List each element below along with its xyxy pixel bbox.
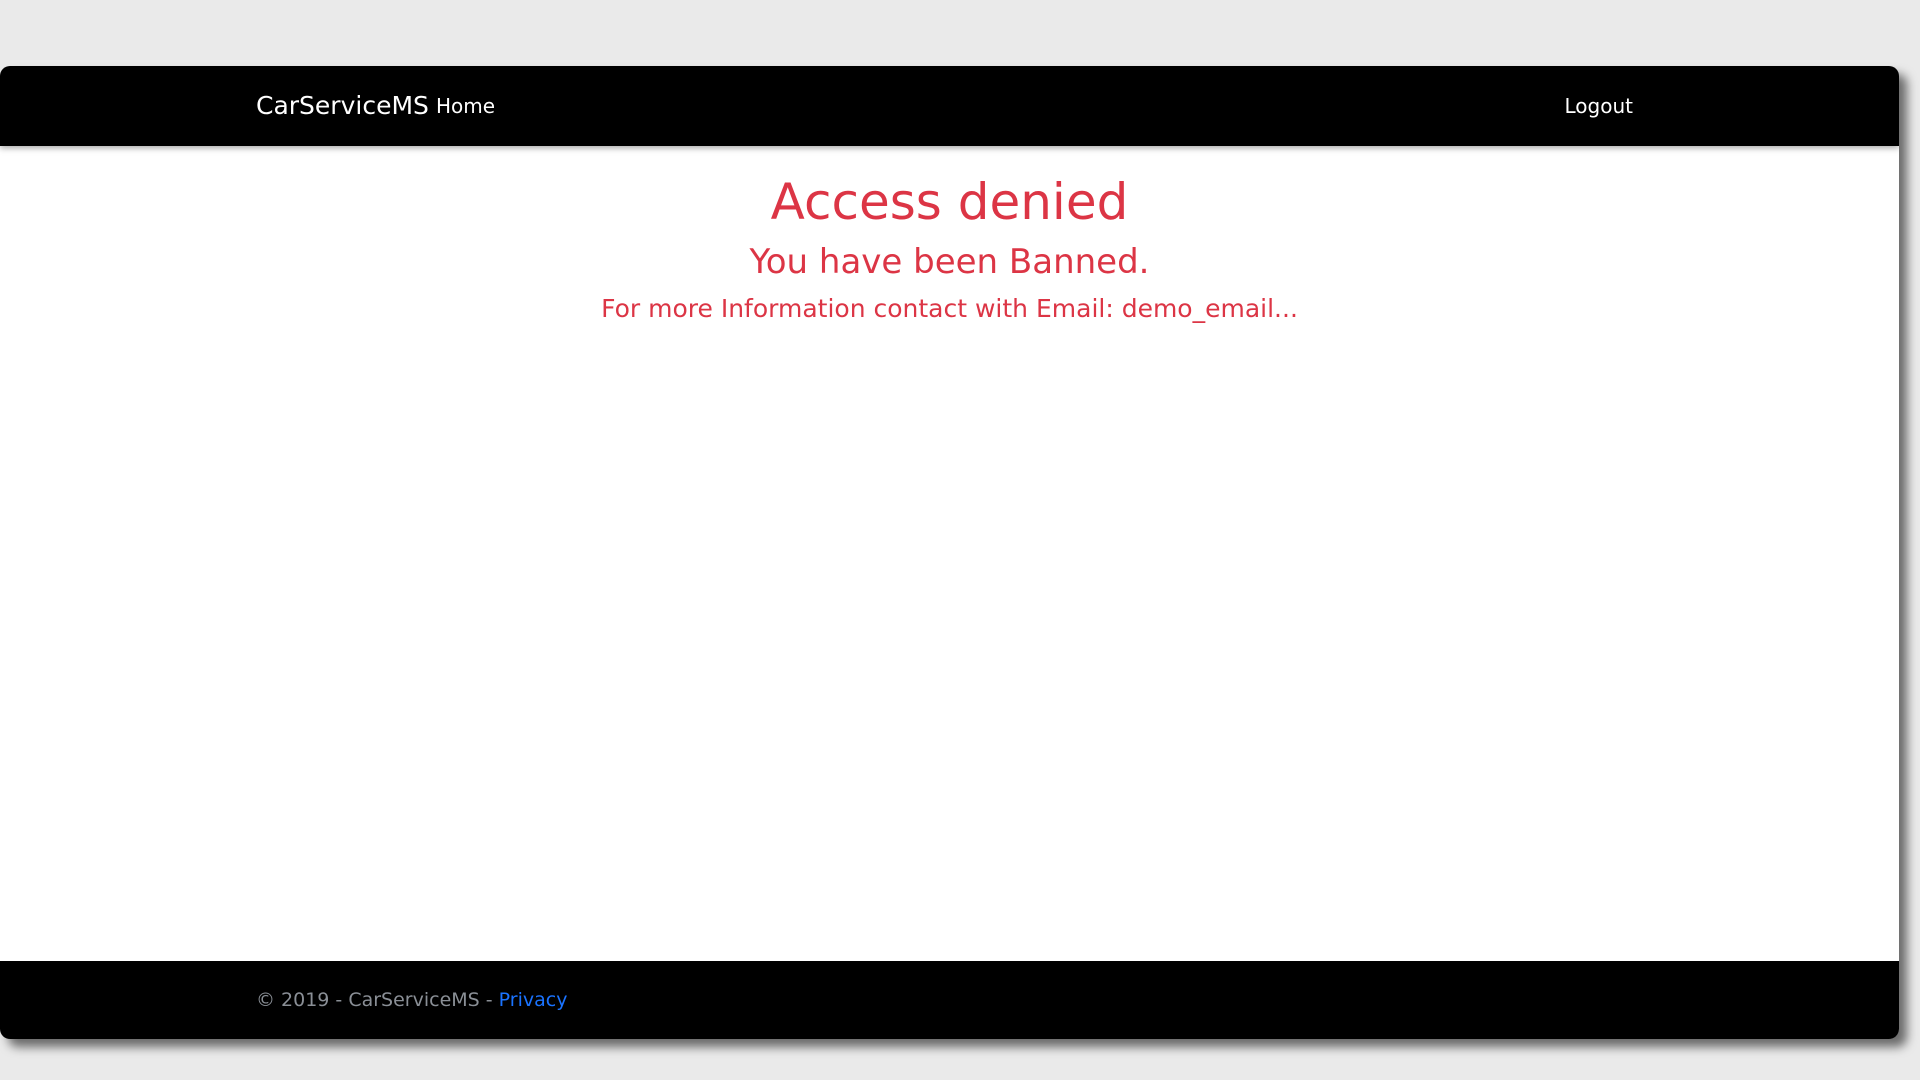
copyright-text: © 2019 - CarServiceMS - [256,989,499,1011]
nav-home-link[interactable]: Home [436,66,495,146]
footer-text: © 2019 - CarServiceMS - Privacy [256,961,567,1039]
ban-notice: You have been Banned. [749,242,1150,282]
contact-message: For more Information contact with Email:… [601,294,1298,323]
top-navbar: CarServiceMS Home Logout [0,66,1899,146]
page-title: Access denied [770,173,1129,231]
brand-link[interactable]: CarServiceMS [256,66,429,146]
privacy-link[interactable]: Privacy [499,989,568,1011]
browser-window: CarServiceMS Home Logout Access denied Y… [0,66,1899,1039]
page-footer: © 2019 - CarServiceMS - Privacy [0,961,1899,1039]
logout-link[interactable]: Logout [1565,66,1633,146]
main-content: Access denied You have been Banned. For … [0,146,1899,326]
